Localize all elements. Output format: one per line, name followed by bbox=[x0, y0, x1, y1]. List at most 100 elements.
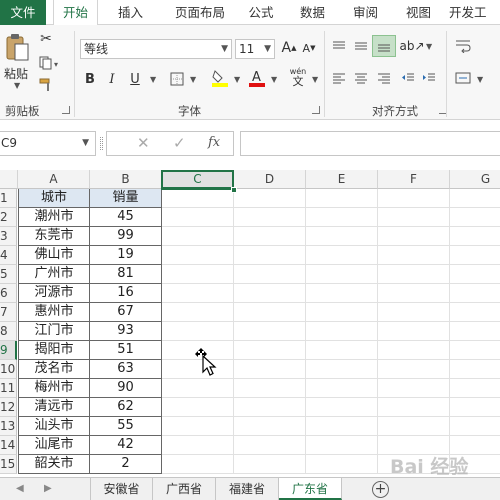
select-all-corner[interactable] bbox=[0, 170, 18, 189]
formula-input[interactable] bbox=[240, 131, 500, 156]
align-left-icon[interactable] bbox=[330, 69, 348, 87]
column-header-e[interactable]: E bbox=[306, 170, 378, 189]
cell-a4[interactable]: 佛山市 bbox=[18, 246, 90, 265]
cell-e9[interactable] bbox=[306, 341, 378, 360]
cell-d3[interactable] bbox=[234, 227, 306, 246]
cell-g2[interactable] bbox=[450, 208, 500, 227]
cell-c3[interactable] bbox=[162, 227, 234, 246]
enter-icon[interactable]: ✓ bbox=[173, 134, 186, 152]
paste-icon[interactable] bbox=[2, 31, 32, 65]
cell-c12[interactable] bbox=[162, 398, 234, 417]
cell-e7[interactable] bbox=[306, 303, 378, 322]
cell-b2[interactable]: 45 bbox=[90, 208, 162, 227]
cell-f7[interactable] bbox=[378, 303, 450, 322]
cell-c4[interactable] bbox=[162, 246, 234, 265]
row-header[interactable]: 13 bbox=[0, 417, 17, 436]
cell-b12[interactable]: 62 bbox=[90, 398, 162, 417]
row-header[interactable]: 14 bbox=[0, 436, 17, 455]
cell-g12[interactable] bbox=[450, 398, 500, 417]
cell-e15[interactable] bbox=[306, 455, 378, 474]
cell-a5[interactable]: 广州市 bbox=[18, 265, 90, 284]
sheet-tab-guangxi[interactable]: 广西省 bbox=[153, 478, 216, 500]
underline-button[interactable]: U bbox=[127, 69, 143, 89]
cell-e8[interactable] bbox=[306, 322, 378, 341]
italic-button[interactable]: I bbox=[104, 69, 120, 89]
cell-b7[interactable]: 67 bbox=[90, 303, 162, 322]
cell-e1[interactable] bbox=[306, 189, 378, 208]
column-header-a[interactable]: A bbox=[18, 170, 90, 189]
cell-f2[interactable] bbox=[378, 208, 450, 227]
format-painter-icon[interactable] bbox=[38, 77, 54, 93]
cell-c11[interactable] bbox=[162, 379, 234, 398]
bold-button[interactable]: B bbox=[82, 69, 98, 89]
cell-b3[interactable]: 99 bbox=[90, 227, 162, 246]
cell-d10[interactable] bbox=[234, 360, 306, 379]
add-sheet-button[interactable]: + bbox=[372, 481, 389, 498]
merge-center-icon[interactable] bbox=[452, 69, 474, 87]
cell-f5[interactable] bbox=[378, 265, 450, 284]
cell-e14[interactable] bbox=[306, 436, 378, 455]
cell-g1[interactable] bbox=[450, 189, 500, 208]
name-box[interactable]: C9 ▼ bbox=[0, 131, 96, 156]
cell-f11[interactable] bbox=[378, 379, 450, 398]
tab-home[interactable]: 开始 bbox=[53, 0, 98, 26]
shrink-font-button[interactable]: A ▼ bbox=[300, 38, 318, 58]
cell-a14[interactable]: 汕尾市 bbox=[18, 436, 90, 455]
row-header[interactable]: 2 bbox=[0, 208, 17, 227]
cell-e2[interactable] bbox=[306, 208, 378, 227]
orientation-icon[interactable]: ab↗ bbox=[399, 37, 424, 55]
resize-handle[interactable] bbox=[100, 137, 103, 150]
cell-f12[interactable] bbox=[378, 398, 450, 417]
column-header-g[interactable]: G bbox=[450, 170, 500, 189]
cell-f13[interactable] bbox=[378, 417, 450, 436]
cell-e12[interactable] bbox=[306, 398, 378, 417]
font-launcher-icon[interactable] bbox=[312, 106, 320, 114]
column-header-b[interactable]: B bbox=[90, 170, 162, 189]
cell-b13[interactable]: 55 bbox=[90, 417, 162, 436]
row-header[interactable]: 5 bbox=[0, 265, 17, 284]
row-header[interactable]: 3 bbox=[0, 227, 17, 246]
paste-dropdown-icon[interactable]: ▼ bbox=[14, 81, 20, 90]
cell-c7[interactable] bbox=[162, 303, 234, 322]
row-header[interactable]: 10 bbox=[0, 360, 17, 379]
cell-a8[interactable]: 江门市 bbox=[18, 322, 90, 341]
cell-a13[interactable]: 汕头市 bbox=[18, 417, 90, 436]
cell-d7[interactable] bbox=[234, 303, 306, 322]
cell-c6[interactable] bbox=[162, 284, 234, 303]
chevron-right-icon[interactable]: ▶ bbox=[44, 478, 52, 500]
underline-dropdown-icon[interactable]: ▼ bbox=[150, 75, 156, 84]
cell-f8[interactable] bbox=[378, 322, 450, 341]
cell-f9[interactable] bbox=[378, 341, 450, 360]
row-header[interactable]: 4 bbox=[0, 246, 17, 265]
row-header[interactable]: 8 bbox=[0, 322, 17, 341]
cell-e3[interactable] bbox=[306, 227, 378, 246]
row-header[interactable]: 1 bbox=[0, 189, 17, 208]
wrap-text-icon[interactable] bbox=[452, 37, 474, 55]
grow-font-button[interactable]: A ▲ bbox=[280, 38, 298, 58]
increase-indent-icon[interactable] bbox=[420, 69, 438, 87]
borders-icon[interactable] bbox=[168, 69, 186, 89]
cell-d14[interactable] bbox=[234, 436, 306, 455]
paste-label[interactable]: 粘贴 bbox=[0, 65, 32, 82]
clipboard-launcher-icon[interactable] bbox=[62, 106, 70, 114]
cell-c1[interactable] bbox=[162, 189, 234, 208]
cell-d5[interactable] bbox=[234, 265, 306, 284]
fill-handle[interactable] bbox=[231, 187, 237, 193]
cell-c14[interactable] bbox=[162, 436, 234, 455]
cell-a10[interactable]: 茂名市 bbox=[18, 360, 90, 379]
sheet-tab-fujian[interactable]: 福建省 bbox=[216, 478, 279, 500]
chevron-left-icon[interactable]: ◀ bbox=[16, 478, 24, 500]
row-header[interactable]: 6 bbox=[0, 284, 17, 303]
cell-b15[interactable]: 2 bbox=[90, 455, 162, 474]
align-bottom-icon[interactable] bbox=[372, 35, 396, 57]
cell-a12[interactable]: 清远市 bbox=[18, 398, 90, 417]
sheet-tab-anhui[interactable]: 安徽省 bbox=[90, 478, 153, 500]
cell-a11[interactable]: 梅州市 bbox=[18, 379, 90, 398]
tab-file[interactable]: 文件 bbox=[0, 0, 46, 25]
fill-color-icon[interactable] bbox=[211, 67, 229, 89]
cell-c13[interactable] bbox=[162, 417, 234, 436]
tab-insert[interactable]: 插入 bbox=[108, 0, 153, 25]
cell-f6[interactable] bbox=[378, 284, 450, 303]
cancel-icon[interactable]: ✕ bbox=[137, 134, 150, 152]
borders-dropdown-icon[interactable]: ▼ bbox=[190, 75, 196, 84]
